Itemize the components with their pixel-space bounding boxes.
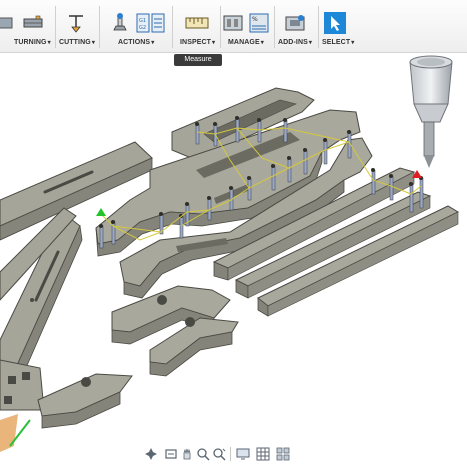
display-icon[interactable] bbox=[236, 447, 250, 461]
zoom-icon[interactable] bbox=[196, 447, 210, 461]
cutting-icon[interactable] bbox=[65, 12, 87, 34]
svg-text:%: % bbox=[252, 16, 258, 23]
separator bbox=[55, 6, 56, 48]
add-ins-label[interactable]: ADD-INS▾ bbox=[278, 39, 312, 46]
manage-label[interactable]: MANAGE▾ bbox=[228, 39, 264, 46]
select-icon[interactable] bbox=[324, 12, 346, 34]
turning-group[interactable]: TURNING▾ bbox=[10, 0, 56, 52]
separator bbox=[274, 6, 275, 48]
separator bbox=[220, 6, 221, 48]
tool-library-icon[interactable] bbox=[222, 12, 244, 34]
cutting-group[interactable]: CUTTING▾ bbox=[57, 0, 97, 52]
select-label[interactable]: SELECT▾ bbox=[322, 39, 354, 46]
svg-text:G2: G2 bbox=[139, 25, 146, 31]
milling-tool bbox=[409, 55, 453, 168]
add-ins-group[interactable]: ADD-INS▾ bbox=[276, 0, 318, 52]
viewport-canvas[interactable] bbox=[0, 53, 467, 467]
turning-icon[interactable] bbox=[22, 12, 44, 34]
manage-icon[interactable]: % bbox=[248, 12, 270, 34]
inspect-group[interactable]: INSPECT▾ bbox=[176, 0, 218, 52]
separator bbox=[318, 6, 319, 48]
simulate-icon[interactable] bbox=[108, 12, 132, 34]
manage-group[interactable]: % MANAGE▾ bbox=[222, 0, 272, 52]
grid-icon[interactable] bbox=[256, 447, 270, 461]
separator bbox=[99, 6, 100, 48]
actions-icon[interactable]: G1 G2 bbox=[136, 12, 166, 34]
start-marker-icon bbox=[96, 208, 106, 216]
add-ins-icon[interactable] bbox=[284, 12, 306, 34]
actions-group[interactable]: G1 G2 ACTIONS▾ bbox=[104, 0, 168, 52]
pan-icon[interactable] bbox=[164, 447, 178, 461]
navigation-bar bbox=[140, 444, 330, 464]
viewports-icon[interactable] bbox=[276, 447, 290, 461]
select-group[interactable]: SELECT▾ bbox=[320, 0, 356, 52]
jaw-piece-3[interactable] bbox=[37, 373, 133, 429]
separator bbox=[172, 6, 173, 48]
turning-label[interactable]: TURNING▾ bbox=[14, 39, 51, 46]
inspect-label[interactable]: INSPECT▾ bbox=[180, 39, 215, 46]
measure-icon[interactable] bbox=[185, 12, 209, 34]
base-block-part[interactable] bbox=[0, 359, 45, 411]
zoom-window-icon[interactable] bbox=[212, 447, 226, 461]
actions-label[interactable]: ACTIONS▾ bbox=[118, 39, 154, 46]
cutting-label[interactable]: CUTTING▾ bbox=[59, 39, 95, 46]
stock-corner bbox=[0, 414, 18, 452]
svg-text:G1: G1 bbox=[139, 18, 146, 24]
hand-icon[interactable] bbox=[180, 447, 194, 461]
toolbar: TURNING▾ CUTTING▾ G1 G2 ACTIONS▾ INSPECT… bbox=[0, 0, 467, 53]
orbit-icon[interactable] bbox=[144, 447, 158, 461]
nav-separator bbox=[230, 447, 231, 461]
